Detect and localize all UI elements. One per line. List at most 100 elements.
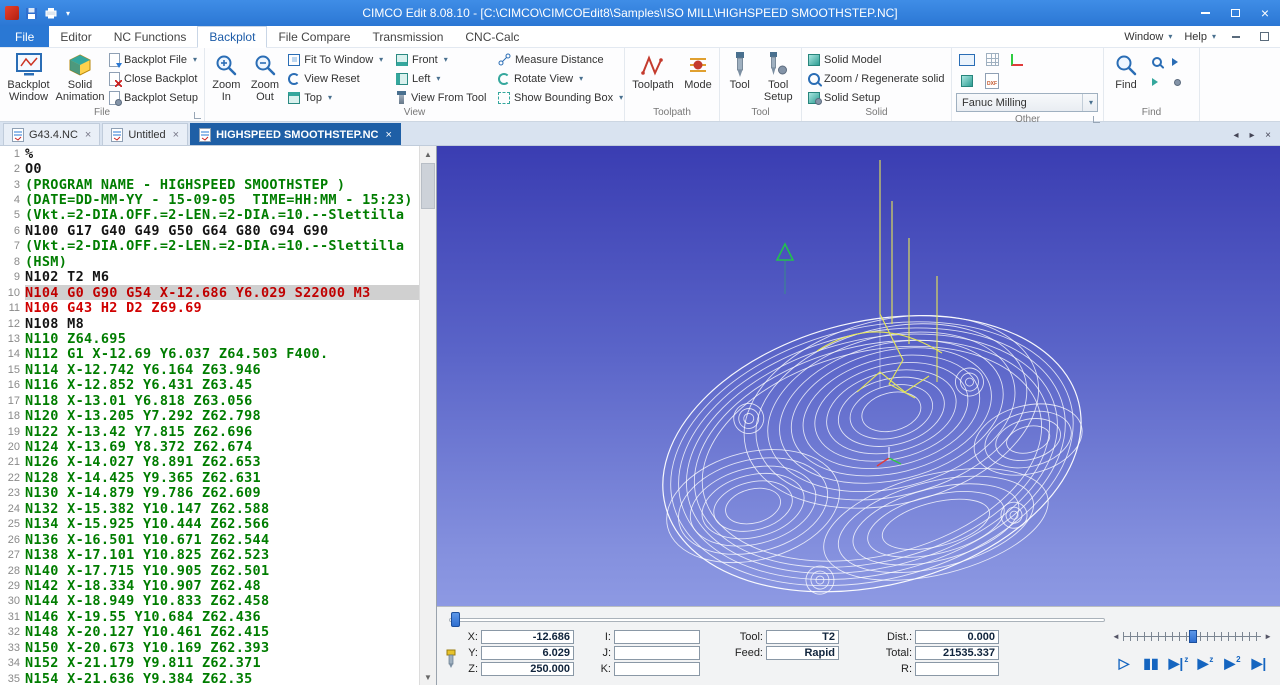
speed-slider-track[interactable] xyxy=(1122,629,1262,643)
scrollbar-thumb[interactable] xyxy=(421,163,435,209)
backplot-canvas[interactable] xyxy=(437,146,1280,606)
close-button[interactable]: × xyxy=(1250,0,1280,26)
solid-animation-button[interactable]: Solid Animation xyxy=(55,49,105,106)
code-line[interactable]: 8 (HSM) xyxy=(0,254,419,269)
code-line[interactable]: 15 N114 X-12.742 Y6.164 Z63.946 xyxy=(0,362,419,377)
nc-editor-pane[interactable]: 1 % 2 O0 3 (PROGRAM NAME - HIGHSPEED SMO… xyxy=(0,146,437,685)
total-field[interactable] xyxy=(915,646,999,660)
help-menu[interactable]: Help ▾ xyxy=(1184,31,1216,43)
ribbon-minimize-button[interactable] xyxy=(1228,29,1244,45)
tab-transmission[interactable]: Transmission xyxy=(361,26,454,47)
backplot-window-button[interactable]: Backplot Window xyxy=(2,49,55,106)
step-z-button[interactable]: ▶ z xyxy=(1194,651,1217,675)
scroll-down-button[interactable]: ▼ xyxy=(420,669,436,685)
editor-scrollbar[interactable]: ▲ ▼ xyxy=(419,146,436,685)
code-line[interactable]: 2 O0 xyxy=(0,161,419,176)
code-line[interactable]: 10 N104 G0 G90 G54 X-12.686 Y6.029 S2200… xyxy=(0,284,419,301)
find-next-button[interactable] xyxy=(1148,53,1166,71)
close-tab-icon[interactable]: × xyxy=(85,129,91,141)
speed-slider[interactable]: ◄ ► xyxy=(1112,629,1272,643)
view-from-tool-button[interactable]: View From Tool xyxy=(392,88,494,107)
view-top-button[interactable]: Top ▾ xyxy=(284,88,392,107)
code-line[interactable]: 24 N132 X-15.382 Y10.147 Z62.588 xyxy=(0,501,419,516)
editor-lines[interactable]: 1 % 2 O0 3 (PROGRAM NAME - HIGHSPEED SMO… xyxy=(0,146,419,685)
close-tab-icon[interactable]: × xyxy=(173,129,179,141)
toolpath-button[interactable]: Toolpath xyxy=(627,49,679,106)
code-line[interactable]: 13 N110 Z64.695 xyxy=(0,331,419,346)
play-button[interactable]: ▷ xyxy=(1113,651,1136,675)
code-line[interactable]: 30 N144 X-18.949 Y10.833 Z62.458 xyxy=(0,594,419,609)
code-line[interactable]: 23 N130 X-14.879 Y9.786 Z62.609 xyxy=(0,486,419,501)
code-line[interactable]: 5 (Vkt.=2-DIA.OFF.=2-LEN.=2-DIA.=10.--Sl… xyxy=(0,208,419,223)
code-line[interactable]: 14 N112 G1 X-12.69 Y6.037 Z64.503 F400. xyxy=(0,347,419,362)
scroll-up-button[interactable]: ▲ xyxy=(420,146,436,162)
minimize-button[interactable] xyxy=(1190,0,1220,26)
dxf-export-button[interactable]: DXF xyxy=(981,71,1003,90)
view-left-button[interactable]: Left ▾ xyxy=(392,69,494,88)
slider-left-arrow-icon[interactable]: ◄ xyxy=(1112,632,1120,641)
tab-file[interactable]: File xyxy=(0,26,50,47)
code-line[interactable]: 7 (Vkt.=2-DIA.OFF.=2-LEN.=2-DIA.=10.--Sl… xyxy=(0,239,419,254)
step-level-button[interactable]: ▶ 2 xyxy=(1221,651,1244,675)
tab-scroll-left-button[interactable]: ◂ xyxy=(1230,130,1242,141)
pause-button[interactable]: ▮▮ xyxy=(1140,651,1163,675)
code-line[interactable]: 11 N106 G43 H2 D2 Z69.69 xyxy=(0,300,419,315)
view-reset-button[interactable]: View Reset xyxy=(284,69,392,88)
code-line[interactable]: 12 N108 M8 xyxy=(0,316,419,331)
tab-file-compare[interactable]: File Compare xyxy=(267,26,361,47)
maximize-button[interactable] xyxy=(1220,0,1250,26)
goto-line-button[interactable] xyxy=(1148,73,1166,91)
tool-setup-button[interactable]: Tool Setup xyxy=(758,49,799,106)
tool-button[interactable]: Tool xyxy=(722,49,758,106)
save-icon[interactable] xyxy=(25,7,38,20)
dialog-launcher-icon[interactable] xyxy=(1093,116,1100,123)
close-tab-icon[interactable]: × xyxy=(385,129,391,141)
doc-tab-highspeed-smoothstep[interactable]: HIGHSPEED SMOOTHSTEP.NC × xyxy=(190,123,401,145)
speed-slider-thumb[interactable] xyxy=(1189,629,1198,643)
code-line[interactable]: 3 (PROGRAM NAME - HIGHSPEED SMOOTHSTEP ) xyxy=(0,177,419,192)
solid-view-button[interactable] xyxy=(956,71,978,90)
zoom-in-button[interactable]: Zoom In xyxy=(207,49,246,106)
tab-editor[interactable]: Editor xyxy=(49,26,102,47)
dist-field[interactable] xyxy=(915,630,999,644)
code-line[interactable]: 26 N136 X-16.501 Y10.671 Z62.544 xyxy=(0,532,419,547)
show-bounding-box-button[interactable]: Show Bounding Box ▾ xyxy=(494,88,623,107)
code-line[interactable]: 4 (DATE=DD-MM-YY - 15-09-05 TIME=HH:MM -… xyxy=(0,192,419,207)
k-field[interactable] xyxy=(614,662,700,676)
tool-field[interactable] xyxy=(766,630,839,644)
doc-tab-untitled[interactable]: Untitled × xyxy=(102,123,189,145)
find-options-button[interactable] xyxy=(1168,73,1186,91)
code-line[interactable]: 28 N140 X-17.715 Y10.905 Z62.501 xyxy=(0,563,419,578)
measure-distance-button[interactable]: Measure Distance xyxy=(494,50,622,69)
code-line[interactable]: 22 N128 X-14.425 Y9.365 Z62.631 xyxy=(0,470,419,485)
backplot-file-button[interactable]: Backplot File ▾ xyxy=(105,50,202,69)
zoom-out-button[interactable]: Zoom Out xyxy=(246,49,285,106)
code-line[interactable]: 1 % xyxy=(0,146,419,161)
code-line[interactable]: 33 N150 X-20.673 Y10.169 Z62.393 xyxy=(0,640,419,655)
find-previous-button[interactable] xyxy=(1168,53,1186,71)
doc-tab-g43[interactable]: G43.4.NC × xyxy=(3,123,101,145)
tab-list-close-button[interactable]: × xyxy=(1262,130,1274,141)
code-line[interactable]: 9 N102 T2 M6 xyxy=(0,270,419,285)
slider-track[interactable] xyxy=(449,618,1105,622)
fit-to-window-button[interactable]: Fit To Window ▾ xyxy=(284,50,392,69)
chevron-down-icon[interactable]: ▾ xyxy=(1082,94,1097,111)
i-field[interactable] xyxy=(614,630,700,644)
zoom-regenerate-solid-button[interactable]: Zoom / Regenerate solid xyxy=(804,69,948,88)
code-line[interactable]: 20 N124 X-13.69 Y8.372 Z62.674 xyxy=(0,439,419,454)
ribbon-display-options-button[interactable] xyxy=(1256,29,1272,45)
grid-toggle-button[interactable] xyxy=(981,50,1003,69)
code-line[interactable]: 31 N146 X-19.55 Y10.684 Z62.436 xyxy=(0,609,419,624)
code-line[interactable]: 16 N116 X-12.852 Y6.431 Z63.45 xyxy=(0,378,419,393)
code-line[interactable]: 34 N152 X-21.179 Y9.811 Z62.371 xyxy=(0,655,419,670)
step-block-button[interactable]: ▶| z xyxy=(1167,651,1190,675)
backplot-setup-button[interactable]: Backplot Setup xyxy=(105,88,202,107)
code-line[interactable]: 21 N126 X-14.027 Y8.891 Z62.653 xyxy=(0,455,419,470)
solid-setup-button[interactable]: Solid Setup xyxy=(804,88,948,107)
slider-right-arrow-icon[interactable]: ► xyxy=(1264,632,1272,641)
code-line[interactable]: 32 N148 X-20.127 Y10.461 Z62.415 xyxy=(0,625,419,640)
machine-type-select[interactable]: Fanuc Milling ▾ xyxy=(956,93,1098,112)
tab-nc-functions[interactable]: NC Functions xyxy=(103,26,198,47)
code-line[interactable]: 29 N142 X-18.334 Y10.907 Z62.48 xyxy=(0,578,419,593)
find-button[interactable]: Find xyxy=(1106,49,1146,106)
